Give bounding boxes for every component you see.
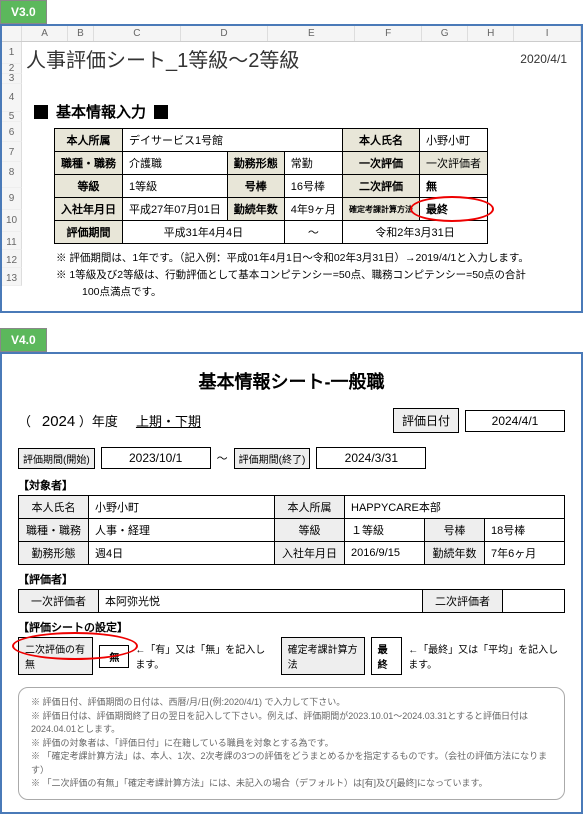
val-hire[interactable]: 平成27年07月01日 xyxy=(123,198,228,221)
val-years[interactable]: 7年6ヶ月 xyxy=(485,542,565,565)
val-pay[interactable]: 18号棒 xyxy=(485,519,565,542)
lbl-hire: 入社年月日 xyxy=(275,542,345,565)
val-years[interactable]: 4年9ヶ月 xyxy=(284,198,342,221)
lbl-worktype: 勤務形態 xyxy=(19,542,89,565)
val-method[interactable]: 最終 xyxy=(371,637,403,675)
val-pay[interactable]: 16号棒 xyxy=(284,175,342,198)
val-hire[interactable]: 2016/9/15 xyxy=(345,542,425,565)
val-affiliation[interactable]: HAPPYCARE本部 xyxy=(345,496,565,519)
lbl-affiliation: 本人所属 xyxy=(275,496,345,519)
square-icon xyxy=(34,105,48,119)
lbl-jobtype: 職種・職務 xyxy=(19,519,89,542)
lbl-pay: 号棒 xyxy=(425,519,485,542)
val-primary[interactable]: 本阿弥光悦 xyxy=(99,590,423,613)
note-line: ※ 評価期間は、1年です。（記入例：平成01年4月1日～令和02年3月31日）→… xyxy=(56,250,567,265)
lbl-grade: 等級 xyxy=(275,519,345,542)
lbl-years: 勤続年数 xyxy=(425,542,485,565)
lbl-method: 確定考課計算方法 xyxy=(281,637,365,675)
lbl-primary-evaluator: 一次評価者 xyxy=(419,152,487,175)
val-worktype[interactable]: 週4日 xyxy=(89,542,275,565)
version-tag-v4: V4.0 xyxy=(0,328,583,352)
v4-title: 基本情報シート-一般職 xyxy=(18,368,565,394)
year-value[interactable]: 2024 xyxy=(42,413,75,430)
sheet-title: 人事評価シート_1等級～2等級 xyxy=(26,44,520,73)
val-name[interactable]: 小野小町 xyxy=(89,496,275,519)
lbl-primary: 一次評価 xyxy=(342,152,419,175)
period-start-label: 評価期間(開始) xyxy=(18,448,95,469)
lbl-years: 勤続年数 xyxy=(227,198,284,221)
lbl-name: 本人氏名 xyxy=(19,496,89,519)
val-affiliation[interactable]: デイサービス1号館 xyxy=(123,129,343,152)
target-table: 本人氏名 小野小町 本人所属 HAPPYCARE本部 職種・職務 人事・経理 等… xyxy=(18,495,565,565)
top-date: 2020/4/1 xyxy=(520,52,567,66)
period-end-label: 評価期間(終了) xyxy=(234,448,311,469)
lbl-secondary: 二次評価者 xyxy=(423,590,503,613)
square-icon xyxy=(154,105,168,119)
hint-method: ←「最終」又は「平均」を記入します。 xyxy=(408,641,565,671)
val-worktype[interactable]: 常勤 xyxy=(284,152,342,175)
lbl-name: 本人氏名 xyxy=(342,129,419,152)
settings-row: 二次評価の有無 無 ←「有」又は「無」を記入します。 確定考課計算方法 最終 ←… xyxy=(18,637,565,675)
excel-col-header: A B C D E F G H I xyxy=(2,26,581,42)
section-heading: 基本情報入力 xyxy=(34,101,577,122)
year-block: （ 2024 ）年度 上期・下期 xyxy=(18,411,201,430)
tilde: ～ xyxy=(284,221,342,244)
val-jobtype[interactable]: 介護職 xyxy=(123,152,228,175)
v3-table: 本人所属 デイサービス1号館 本人氏名 小野小町 職種・職務 介護職 勤務形態 … xyxy=(54,128,488,244)
v3-panel: A B C D E F G H I 1 2 3 4 5 6 7 8 9 10 1… xyxy=(0,24,583,313)
group-evaluator: 【評価者】 xyxy=(18,571,565,587)
val-name[interactable]: 小野小町 xyxy=(419,129,487,152)
v4-panel: 基本情報シート-一般職 （ 2024 ）年度 上期・下期 評価日付 2024/4… xyxy=(0,352,583,814)
lbl-jobtype: 職種・職務 xyxy=(55,152,123,175)
lbl-primary: 一次評価者 xyxy=(19,590,99,613)
period-end-value[interactable]: 2024/3/31 xyxy=(316,447,426,469)
val-sec-yn[interactable]: 無 xyxy=(99,645,129,668)
period-start-value[interactable]: 2023/10/1 xyxy=(101,447,211,469)
val-period-to[interactable]: 令和2年3月31日 xyxy=(342,221,487,244)
lbl-sec-yn: 二次評価の有無 xyxy=(18,637,93,675)
val-secondary[interactable] xyxy=(503,590,565,613)
eval-date-label: 評価日付 xyxy=(393,408,459,433)
version-tag-v3: V3.0 xyxy=(0,0,583,24)
val-mu[interactable]: 無 xyxy=(419,175,487,198)
val-saishu[interactable]: 最終 xyxy=(419,198,487,221)
group-target: 【対象者】 xyxy=(18,477,565,493)
lbl-method: 確定考課計算方法 xyxy=(342,198,419,221)
hint-sec: ←「有」又は「無」を記入します。 xyxy=(135,641,274,671)
eval-date-value[interactable]: 2024/4/1 xyxy=(465,410,565,432)
evaluator-table: 一次評価者 本阿弥光悦 二次評価者 xyxy=(18,589,565,613)
excel-row-nums: 1 2 3 4 5 6 7 8 9 10 11 12 13 xyxy=(2,42,22,303)
lbl-period: 評価期間 xyxy=(55,221,123,244)
val-period-from[interactable]: 平成31年4月4日 xyxy=(123,221,285,244)
lbl-affiliation: 本人所属 xyxy=(55,129,123,152)
fine-print: ※ 評価日付、評価期間の日付は、西暦/月/日(例:2020/4/1) で入力して… xyxy=(18,687,565,800)
val-grade[interactable]: 1等級 xyxy=(123,175,228,198)
lbl-hire: 入社年月日 xyxy=(55,198,123,221)
lbl-worktype: 勤務形態 xyxy=(227,152,284,175)
group-settings: 【評価シートの設定】 xyxy=(18,619,565,635)
val-grade[interactable]: １等級 xyxy=(345,519,425,542)
tilde: ～ xyxy=(217,450,228,466)
note-line: 100点満点です。 xyxy=(82,284,567,299)
lbl-grade: 等級 xyxy=(55,175,123,198)
val-jobtype[interactable]: 人事・経理 xyxy=(89,519,275,542)
lbl-secondary: 二次評価 xyxy=(342,175,419,198)
note-line: ※ 1等級及び2等級は、行動評価として基本コンピテンシー=50点、職務コンピテン… xyxy=(56,267,567,282)
lbl-pay: 号棒 xyxy=(227,175,284,198)
term-select[interactable]: 上期・下期 xyxy=(136,414,201,429)
